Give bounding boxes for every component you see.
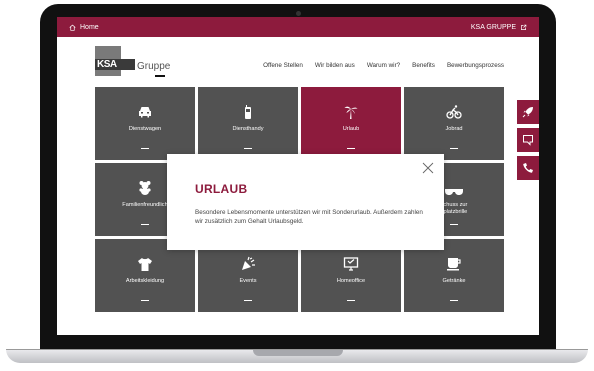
tile-urlaub[interactable]: Urlaub	[301, 87, 401, 160]
rocket-icon	[522, 107, 533, 118]
tile-label: Familienfreundlich	[122, 202, 168, 208]
laptop-notch	[253, 350, 343, 356]
brand-label: KSA GRUPPE	[470, 23, 516, 31]
nav-wir-bilden-aus[interactable]: Wir bilden aus	[315, 62, 355, 69]
tile-dash	[450, 300, 458, 301]
chat-button[interactable]	[517, 128, 539, 152]
tile-label: Urlaub	[342, 126, 360, 132]
modal-title: URLAUB	[195, 182, 248, 196]
rocket-button[interactable]	[517, 100, 539, 124]
logo-box: KSA	[95, 46, 135, 76]
tile-dash	[450, 148, 458, 149]
tile-label: Dienstwagen	[128, 126, 162, 132]
teddy-bear-icon	[139, 181, 151, 195]
bicycle-icon	[446, 105, 462, 119]
tile-dash	[347, 148, 355, 149]
logo-mark	[155, 75, 165, 77]
top-bar: Home KSA GRUPPE	[57, 17, 539, 37]
phone-icon	[245, 105, 251, 119]
tshirt-icon	[138, 258, 152, 271]
nav-bewerbungsprozess[interactable]: Bewerbungsprozess	[447, 62, 504, 69]
tile-diensthandy[interactable]: Diensthandy	[198, 87, 298, 160]
monitor-icon	[343, 257, 359, 271]
brand-link[interactable]: KSA GRUPPE	[471, 24, 527, 31]
car-icon	[139, 107, 151, 118]
home-icon	[69, 24, 76, 31]
tile-label: Homeoffice	[336, 278, 366, 284]
camera	[296, 11, 301, 16]
tile-label: Arbeitskleidung	[125, 278, 165, 284]
logo-text: KSA	[95, 59, 135, 70]
phone-call-icon	[523, 163, 533, 173]
party-popper-icon	[242, 256, 255, 270]
tile-dienstwagen[interactable]: Dienstwagen	[95, 87, 195, 160]
coffee-icon	[447, 258, 461, 271]
nav-benefits[interactable]: Benefits	[412, 62, 435, 69]
call-button[interactable]	[517, 156, 539, 180]
side-actions	[517, 100, 539, 180]
logo-sub: Gruppe	[137, 61, 171, 72]
home-label: Home	[80, 23, 99, 31]
tile-label: schuss zur splatzbrille	[440, 202, 468, 215]
nav-warum-wir[interactable]: Warum wir?	[367, 62, 400, 69]
tile-dash	[141, 224, 149, 225]
glasses-icon	[445, 189, 463, 195]
logo[interactable]: KSA Gruppe	[95, 46, 170, 76]
home-link[interactable]: Home	[69, 24, 99, 31]
tile-dash	[141, 300, 149, 301]
tile-jobrad[interactable]: Jobrad	[404, 87, 504, 160]
tile-label: Events	[239, 278, 257, 284]
tile-dash	[450, 224, 458, 225]
chat-icon	[523, 135, 533, 146]
main-nav: Offene Stellen Wir bilden aus Warum wir?…	[263, 62, 504, 69]
benefit-modal: URLAUB Besondere Lebensmomente unterstüt…	[167, 154, 444, 250]
tile-label: Getränke	[442, 278, 466, 284]
tile-dash	[141, 148, 149, 149]
modal-text: Besondere Lebensmomente unterstützen wir…	[195, 209, 423, 225]
close-icon[interactable]	[422, 162, 434, 174]
laptop-frame: Home KSA GRUPPE KSA Gruppe Offene Stelle…	[0, 0, 594, 371]
nav-offene-stellen[interactable]: Offene Stellen	[263, 62, 303, 69]
tile-dash	[244, 148, 252, 149]
tile-label: Jobrad	[445, 126, 463, 132]
tile-label: Diensthandy	[232, 126, 264, 132]
palm-tree-icon	[344, 106, 358, 119]
external-link-icon	[521, 24, 527, 30]
tile-dash	[244, 300, 252, 301]
screen: Home KSA GRUPPE KSA Gruppe Offene Stelle…	[57, 17, 539, 335]
tile-dash	[347, 300, 355, 301]
